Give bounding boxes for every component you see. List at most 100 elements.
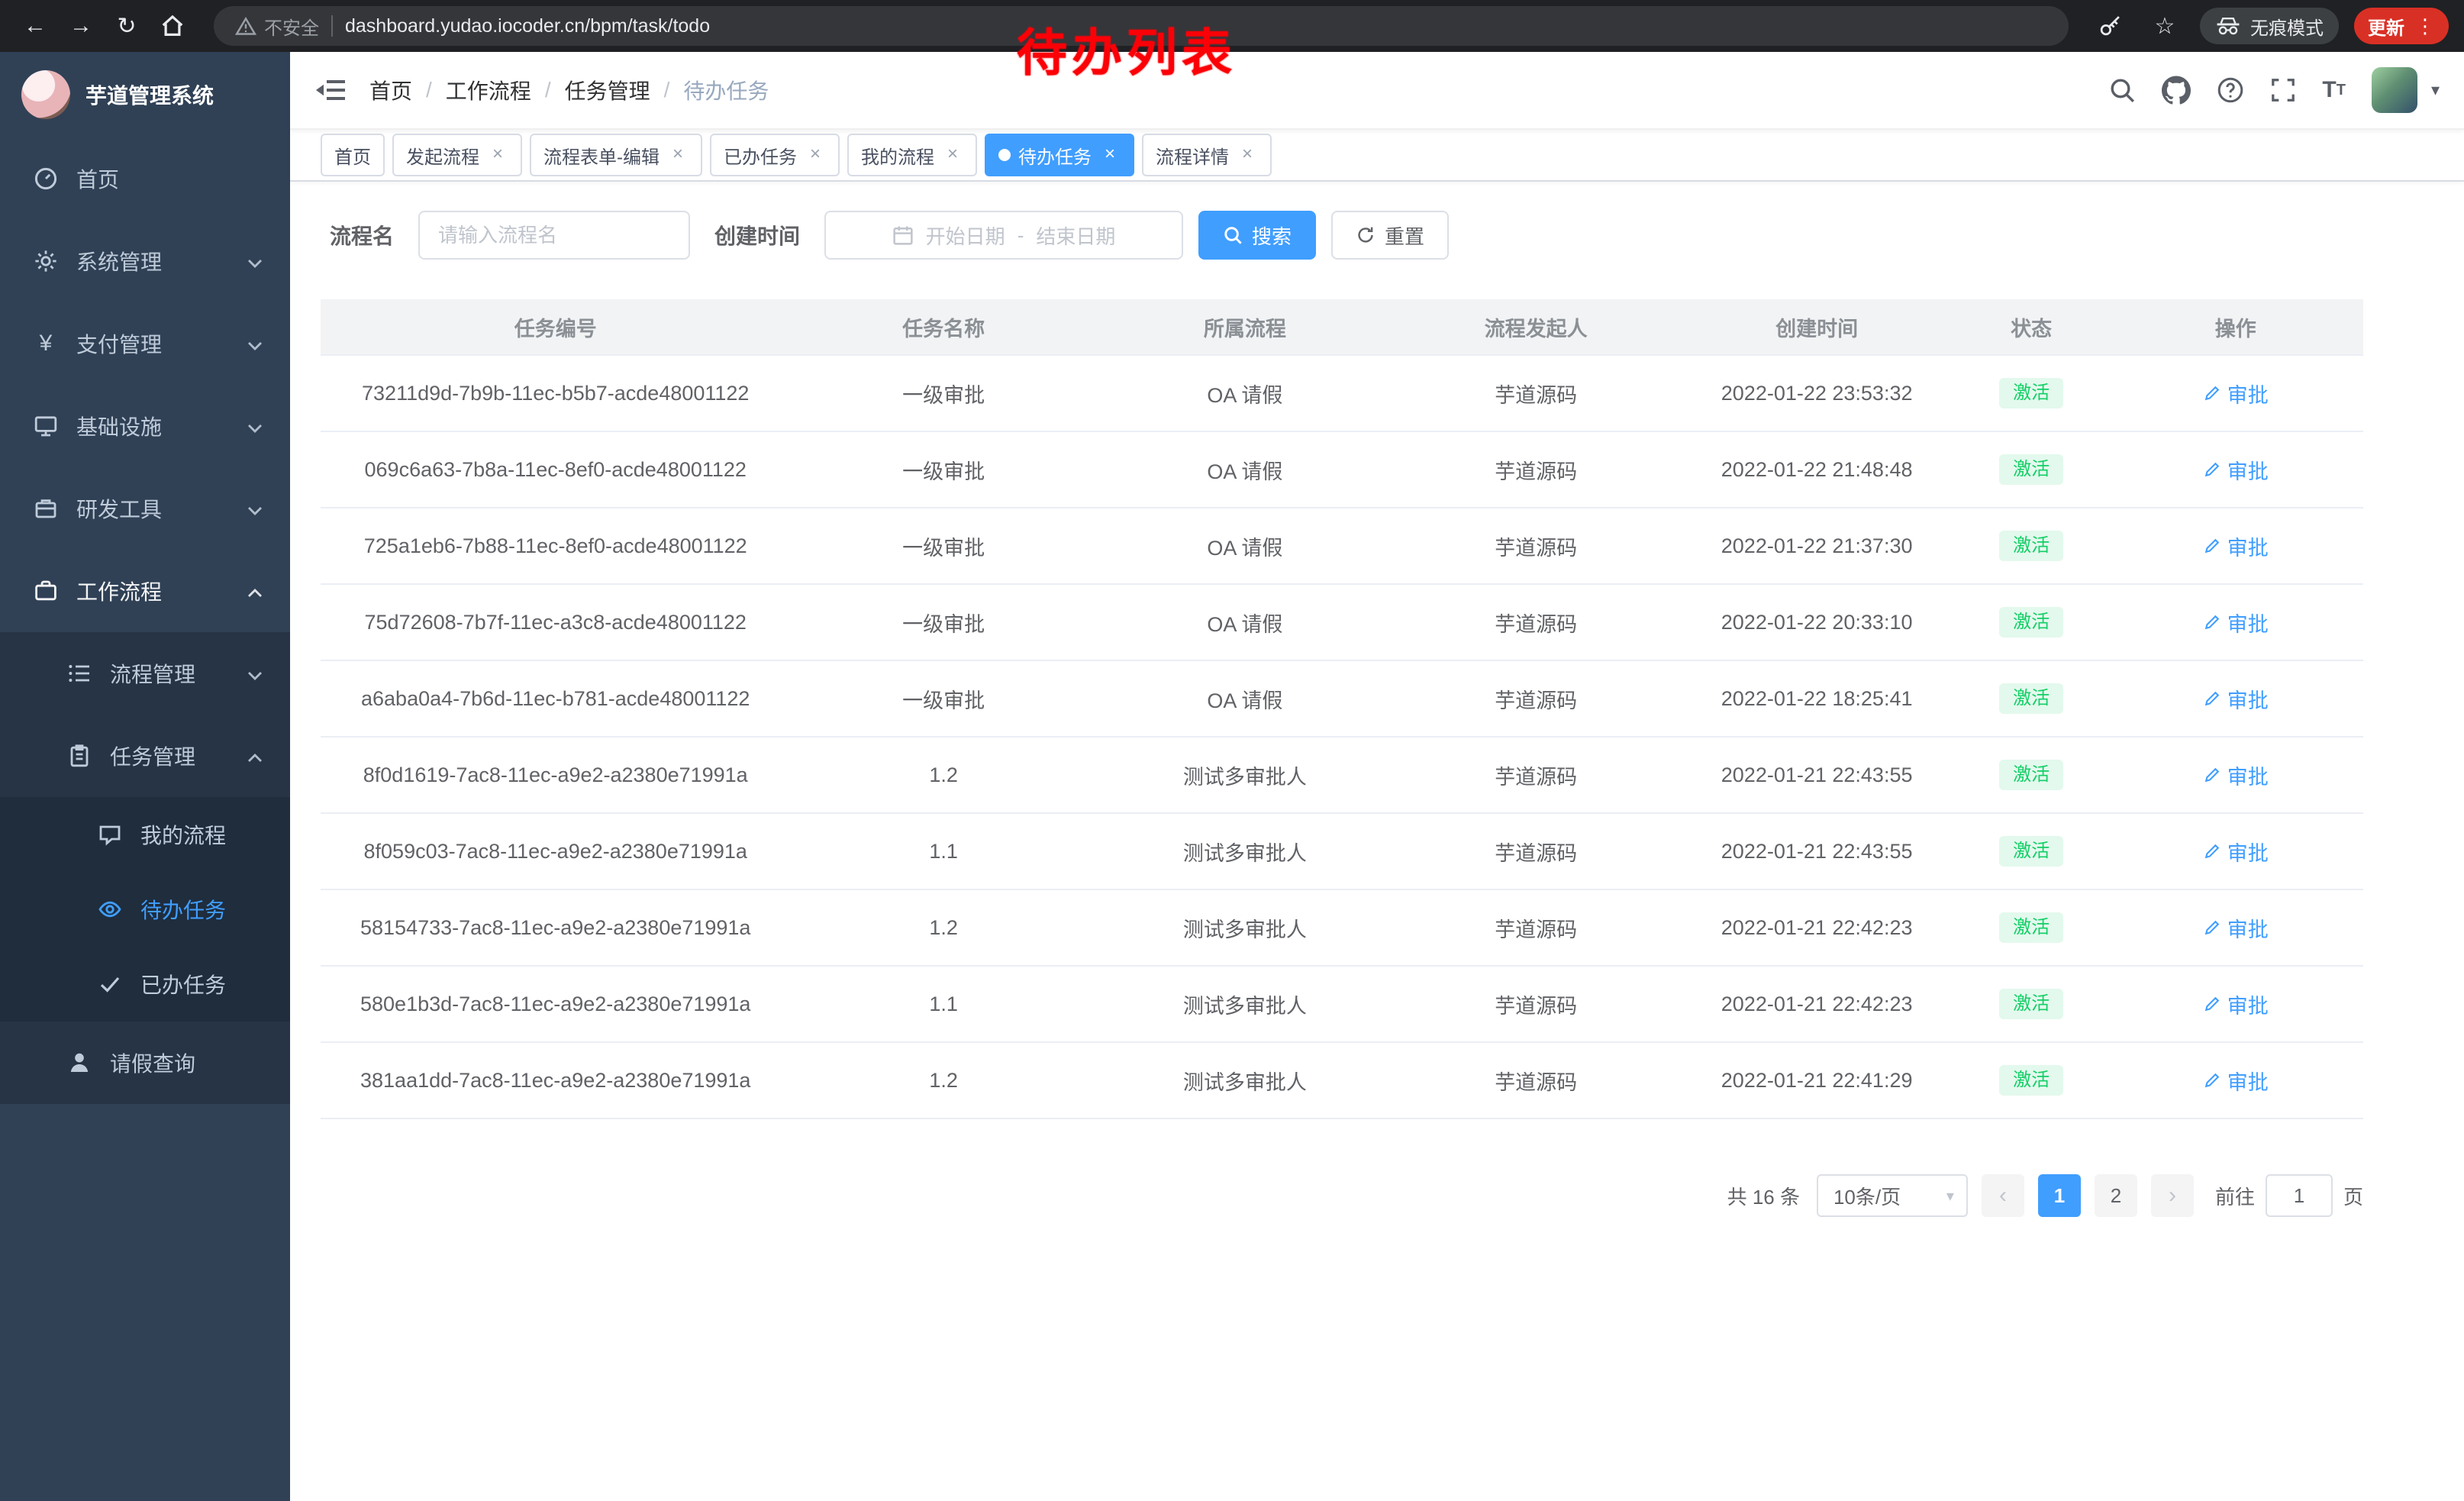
approve-link[interactable]: 审批 (2203, 989, 2269, 1019)
tab-start-process[interactable]: 发起流程 × (392, 134, 522, 176)
sidebar-item-process-management[interactable]: 流程管理 (0, 632, 290, 715)
approve-link[interactable]: 审批 (2203, 913, 2269, 943)
sidebar-item-workflow[interactable]: 工作流程 (0, 550, 290, 632)
reset-button[interactable]: 重置 (1331, 211, 1449, 260)
fullscreen-icon[interactable] (2270, 77, 2296, 103)
cell-created-time: 2022-01-22 18:25:41 (1679, 660, 1955, 737)
back-icon[interactable]: ← (15, 6, 55, 46)
check-icon (98, 972, 122, 996)
approve-link[interactable]: 审批 (2203, 760, 2269, 790)
breadcrumb-current: 待办任务 (683, 75, 769, 105)
table-row: 725a1eb6-7b88-11ec-8ef0-acde48001122 一级审… (321, 508, 2363, 584)
password-key-icon[interactable] (2090, 6, 2130, 46)
page-button-1[interactable]: 1 (2038, 1174, 2081, 1217)
reload-icon[interactable]: ↻ (107, 6, 147, 46)
cell-initiator: 芋道源码 (1393, 508, 1679, 584)
close-icon[interactable]: × (667, 144, 689, 166)
user-avatar[interactable] (2372, 67, 2417, 113)
tab-done-tasks[interactable]: 已办任务 × (710, 134, 840, 176)
sidebar-item-done-tasks[interactable]: 已办任务 (0, 947, 290, 1022)
approve-link[interactable]: 审批 (2203, 608, 2269, 638)
font-size-icon[interactable]: TT (2322, 77, 2346, 103)
page-size-select[interactable]: 10条/页 ▾ (1817, 1174, 1968, 1217)
edit-icon (2203, 689, 2221, 708)
status-badge: 激活 (1999, 989, 2063, 1019)
update-label: 更新 (2368, 13, 2404, 40)
sidebar-item-leave-query[interactable]: 请假查询 (0, 1022, 290, 1104)
incognito-label: 无痕模式 (2250, 13, 2324, 40)
breadcrumb-home[interactable]: 首页 (369, 75, 412, 105)
tab-form-edit[interactable]: 流程表单-编辑 × (530, 134, 702, 176)
search-icon[interactable] (2108, 76, 2136, 104)
app-title: 芋道管理系统 (85, 79, 214, 110)
browser-update-button[interactable]: 更新 ⋮ (2354, 8, 2449, 44)
table-row: 58154733-7ac8-11ec-a9e2-a2380e71991a 1.2… (321, 889, 2363, 966)
approve-link[interactable]: 审批 (2203, 684, 2269, 714)
sidebar-collapse-icon[interactable] (314, 73, 348, 107)
close-icon[interactable]: × (1099, 144, 1121, 166)
cell-created-time: 2022-01-21 22:43:55 (1679, 737, 1955, 813)
approve-link[interactable]: 审批 (2203, 455, 2269, 485)
approve-link[interactable]: 审批 (2203, 837, 2269, 867)
sidebar-item-dev-tools[interactable]: 研发工具 (0, 467, 290, 550)
sidebar-item-system[interactable]: 系统管理 (0, 220, 290, 302)
user-menu-caret-icon[interactable]: ▾ (2431, 80, 2440, 100)
tab-my-process[interactable]: 我的流程 × (847, 134, 977, 176)
column-header: 创建时间 (1679, 299, 1955, 355)
sidebar: 芋道管理系统 首页 系统管理 ¥ 支付管理 基础设施 (0, 52, 290, 1501)
cell-task-name: 一级审批 (790, 584, 1096, 660)
app: 芋道管理系统 首页 系统管理 ¥ 支付管理 基础设施 (0, 52, 2464, 1501)
refresh-icon (1356, 225, 1376, 245)
sidebar-item-payment[interactable]: ¥ 支付管理 (0, 302, 290, 385)
close-icon[interactable]: × (487, 144, 508, 166)
column-header: 状态 (1955, 299, 2108, 355)
bookmark-star-icon[interactable]: ☆ (2145, 6, 2185, 46)
not-secure-warning[interactable]: 不安全 (235, 13, 319, 40)
table-row: 381aa1dd-7ac8-11ec-a9e2-a2380e71991a 1.2… (321, 1042, 2363, 1118)
edit-icon (2203, 918, 2221, 937)
search-button[interactable]: 搜索 (1198, 211, 1316, 260)
help-icon[interactable] (2217, 76, 2244, 104)
column-header: 任务名称 (790, 299, 1096, 355)
breadcrumb: 首页 / 工作流程 / 任务管理 / 待办任务 (369, 75, 769, 105)
sidebar-item-home[interactable]: 首页 (0, 137, 290, 220)
next-page-button[interactable]: › (2151, 1174, 2194, 1217)
page-url[interactable]: dashboard.yudao.iocoder.cn/bpm/task/todo (345, 15, 710, 37)
incognito-icon (2215, 16, 2241, 36)
home-icon[interactable] (153, 6, 192, 46)
goto-page-input[interactable] (2266, 1174, 2333, 1217)
close-icon[interactable]: × (942, 144, 963, 166)
cell-action: 审批 (2108, 508, 2363, 584)
page-button-2[interactable]: 2 (2095, 1174, 2137, 1217)
prev-page-button[interactable]: ‹ (1982, 1174, 2024, 1217)
approve-link[interactable]: 审批 (2203, 531, 2269, 561)
sidebar-item-todo-tasks[interactable]: 待办任务 (0, 872, 290, 947)
cell-process: 测试多审批人 (1097, 966, 1393, 1042)
cell-process: OA 请假 (1097, 660, 1393, 737)
forward-icon[interactable]: → (61, 6, 101, 46)
cell-task-id: 75d72608-7b7f-11ec-a3c8-acde48001122 (321, 584, 790, 660)
cell-created-time: 2022-01-21 22:41:29 (1679, 1042, 1955, 1118)
sidebar-item-infrastructure[interactable]: 基础设施 (0, 385, 290, 467)
tab-process-detail[interactable]: 流程详情 × (1142, 134, 1272, 176)
breadcrumb-task-management[interactable]: 任务管理 (565, 75, 650, 105)
cell-process: OA 请假 (1097, 508, 1393, 584)
close-icon[interactable]: × (1237, 144, 1258, 166)
tab-todo-tasks[interactable]: 待办任务 × (985, 134, 1134, 176)
approve-link[interactable]: 审批 (2203, 379, 2269, 408)
cell-process: 测试多审批人 (1097, 737, 1393, 813)
close-icon[interactable]: × (805, 144, 826, 166)
sidebar-item-my-process[interactable]: 我的流程 (0, 797, 290, 872)
date-range-picker[interactable]: 开始日期 - 结束日期 (824, 211, 1183, 260)
approve-link[interactable]: 审批 (2203, 1066, 2269, 1096)
yen-icon: ¥ (34, 331, 58, 356)
github-icon[interactable] (2162, 76, 2191, 105)
cell-action: 审批 (2108, 737, 2363, 813)
browser-menu-icon[interactable]: ⋮ (2415, 15, 2435, 38)
sidebar-item-task-management[interactable]: 任务管理 (0, 715, 290, 797)
end-date-placeholder[interactable]: 结束日期 (1036, 221, 1115, 250)
process-name-input[interactable] (418, 211, 690, 260)
breadcrumb-workflow[interactable]: 工作流程 (446, 75, 531, 105)
start-date-placeholder[interactable]: 开始日期 (926, 221, 1005, 250)
tab-home[interactable]: 首页 (321, 134, 385, 176)
